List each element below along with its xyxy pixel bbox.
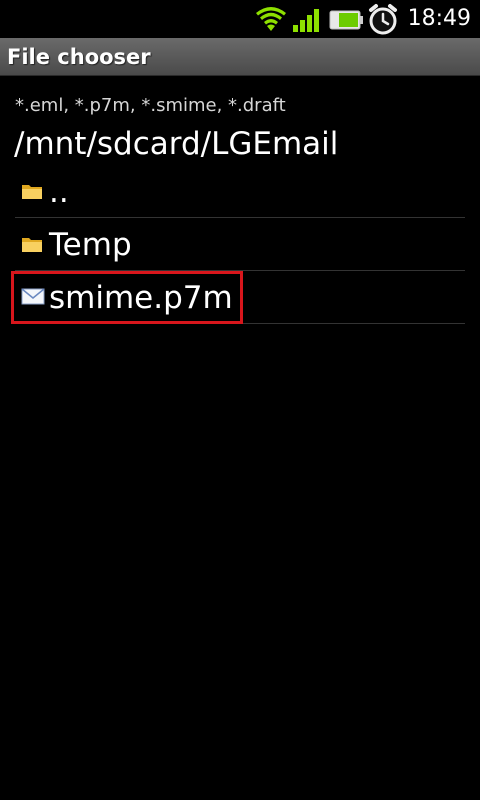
- wifi-icon: [255, 5, 287, 37]
- title-bar: File chooser: [0, 38, 480, 76]
- list-item-label: ..: [49, 174, 69, 210]
- file-filter-label: *.eml, *.p7m, *.smime, *.draft: [15, 95, 286, 116]
- email-envelope-icon: [21, 288, 45, 310]
- list-item-parent-folder[interactable]: ..: [15, 165, 465, 218]
- status-bar: 18:49: [0, 0, 480, 38]
- folder-icon: [21, 182, 43, 204]
- list-item-smime-file[interactable]: smime.p7m: [15, 271, 465, 324]
- list-item-label: Temp: [49, 227, 132, 263]
- list-item-temp-folder[interactable]: Temp: [15, 218, 465, 271]
- folder-icon: [21, 235, 43, 257]
- battery-icon: [329, 8, 365, 36]
- file-list: .. Temp smime.p7m: [15, 165, 465, 324]
- status-time: 18:49: [407, 6, 471, 31]
- dialog-title: File chooser: [7, 45, 151, 69]
- current-path: /mnt/sdcard/LGEmail: [14, 126, 339, 162]
- signal-icon: [292, 5, 324, 37]
- list-item-label: smime.p7m: [49, 280, 233, 316]
- alarm-clock-icon: [367, 3, 399, 39]
